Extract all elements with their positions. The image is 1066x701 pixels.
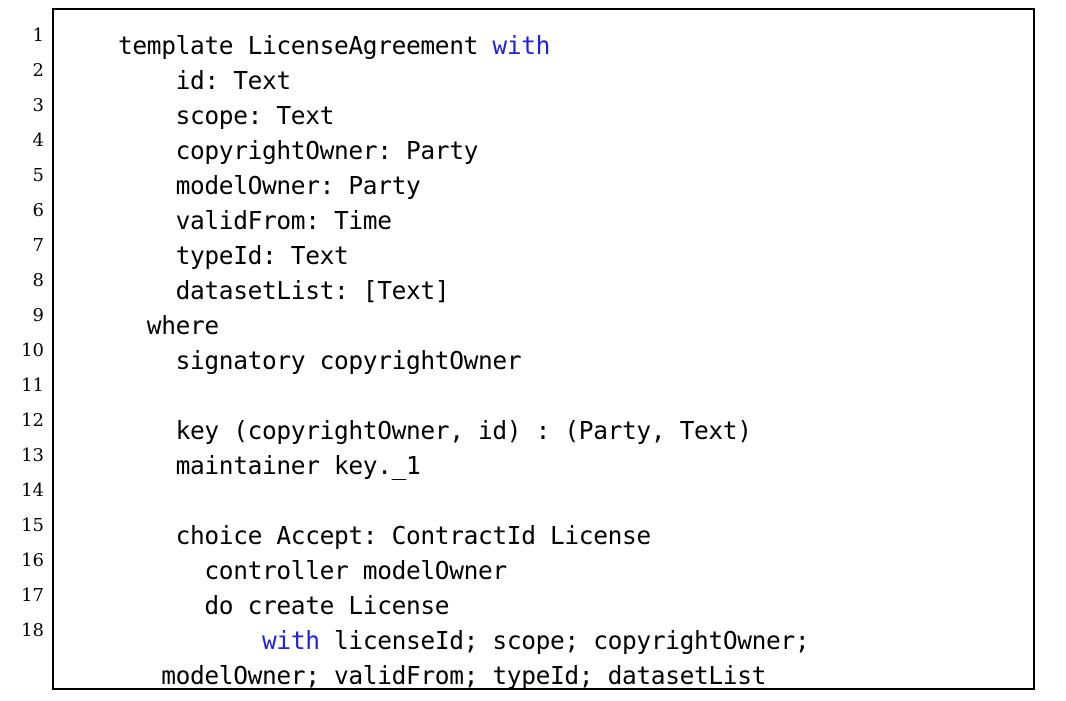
line-number: 1 bbox=[32, 25, 44, 46]
code-line: template LicenseAgreement with bbox=[118, 28, 1066, 63]
line-number: 13 bbox=[21, 445, 44, 466]
code-text: choice Accept: ContractId License bbox=[118, 521, 652, 550]
line-number: 16 bbox=[21, 550, 44, 571]
code-line: where bbox=[118, 308, 1066, 343]
code-line: typeId: Text bbox=[118, 238, 1066, 273]
code-line: choice Accept: ContractId License bbox=[118, 518, 1066, 553]
code-line: id: Text bbox=[118, 63, 1066, 98]
code-line: with licenseId; scope; copyrightOwner; bbox=[118, 623, 1066, 658]
code-text: licenseId; scope; copyrightOwner; bbox=[319, 626, 810, 655]
line-number: 10 bbox=[21, 340, 44, 361]
code-text: signatory copyrightOwner bbox=[118, 346, 522, 375]
code-keyword: with bbox=[492, 31, 551, 60]
code-text: where bbox=[118, 311, 219, 340]
code-line: scope: Text bbox=[118, 98, 1066, 133]
line-number: 15 bbox=[21, 515, 44, 536]
code-text: typeId: Text bbox=[118, 241, 349, 270]
line-number: 7 bbox=[32, 235, 44, 256]
line-number: 2 bbox=[32, 60, 44, 81]
code-text: template LicenseAgreement bbox=[118, 31, 493, 60]
code-line: key (copyrightOwner, id) : (Party, Text) bbox=[118, 413, 1066, 448]
code-text: key (copyrightOwner, id) : (Party, Text) bbox=[118, 416, 752, 445]
code-text: controller modelOwner bbox=[118, 556, 507, 585]
code-text: copyrightOwner: Party bbox=[118, 136, 479, 165]
code-block: template LicenseAgreement with id: Text … bbox=[118, 28, 1066, 693]
line-number-gutter: 1 2 3 4 5 6 7 8 9 10 11 12 13 14 15 16 17 18 bbox=[0, 18, 44, 683]
code-line: modelOwner: Party bbox=[118, 168, 1066, 203]
code-line: validFrom: Time bbox=[118, 203, 1066, 238]
listing-frame-border: template LicenseAgreement with id: Text … bbox=[52, 8, 1035, 690]
line-number: 12 bbox=[21, 410, 44, 431]
line-number: 17 bbox=[21, 585, 44, 606]
code-listing-figure: 1 2 3 4 5 6 7 8 9 10 11 12 13 14 15 16 17 18 template Lic… bbox=[0, 0, 1066, 701]
line-number: 11 bbox=[21, 375, 44, 396]
code-text: datasetList: [Text] bbox=[118, 276, 450, 305]
code-text: validFrom: Time bbox=[118, 206, 392, 235]
code-line: copyrightOwner: Party bbox=[118, 133, 1066, 168]
line-number: 14 bbox=[21, 480, 44, 501]
code-line: datasetList: [Text] bbox=[118, 273, 1066, 308]
line-number: 3 bbox=[32, 95, 44, 116]
line-number: 9 bbox=[32, 305, 44, 326]
code-line: do create License bbox=[118, 588, 1066, 623]
code-line: modelOwner; validFrom; typeId; datasetLi… bbox=[118, 658, 1066, 693]
code-text: id: Text bbox=[118, 66, 292, 95]
line-number: 5 bbox=[32, 165, 44, 186]
code-text: scope: Text bbox=[118, 101, 335, 130]
line-number: 6 bbox=[32, 200, 44, 221]
code-text: maintainer key._1 bbox=[118, 451, 421, 480]
line-number: 8 bbox=[32, 270, 44, 291]
code-keyword: with bbox=[262, 626, 320, 655]
code-line: controller modelOwner bbox=[118, 553, 1066, 588]
code-line: signatory copyrightOwner bbox=[118, 343, 1066, 378]
code-line: maintainer key._1 bbox=[118, 448, 1066, 483]
code-text: modelOwner: Party bbox=[118, 171, 421, 200]
code-text: modelOwner; validFrom; typeId; datasetLi… bbox=[118, 661, 767, 690]
line-number: 18 bbox=[21, 620, 44, 641]
line-number: 4 bbox=[32, 130, 44, 151]
code-text: do create License bbox=[118, 591, 450, 620]
